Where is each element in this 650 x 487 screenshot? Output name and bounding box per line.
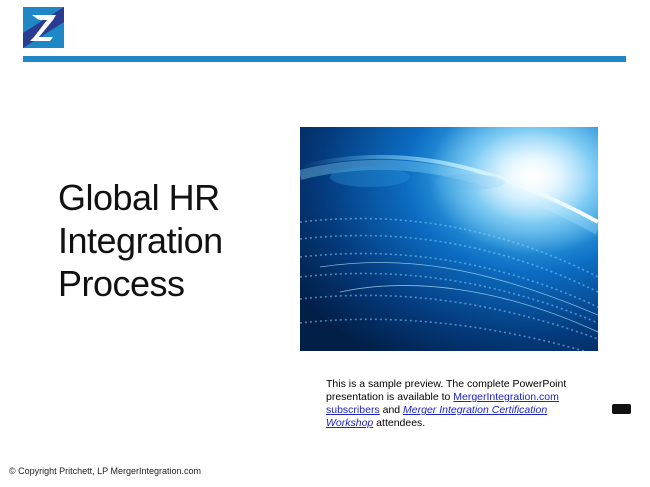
globe-hero-image: [300, 127, 598, 351]
preview-note: This is a sample preview. The complete P…: [326, 378, 596, 430]
title-line-1: Global HR: [58, 177, 220, 218]
copyright-footer: © Copyright Pritchett, LP MergerIntegrat…: [9, 466, 202, 476]
slide-title: Global HR Integration Process: [58, 176, 288, 306]
slide: Global HR Integration Process This is a …: [0, 0, 650, 487]
keyboard-chip-icon: [612, 404, 631, 414]
note-text-2: and: [379, 404, 404, 416]
note-text-3: attendees.: [373, 417, 426, 429]
brand-logo-icon: [23, 7, 64, 48]
header-rule: [23, 56, 626, 62]
title-line-2: Integration: [58, 220, 223, 262]
title-line-3: Process: [58, 263, 185, 305]
